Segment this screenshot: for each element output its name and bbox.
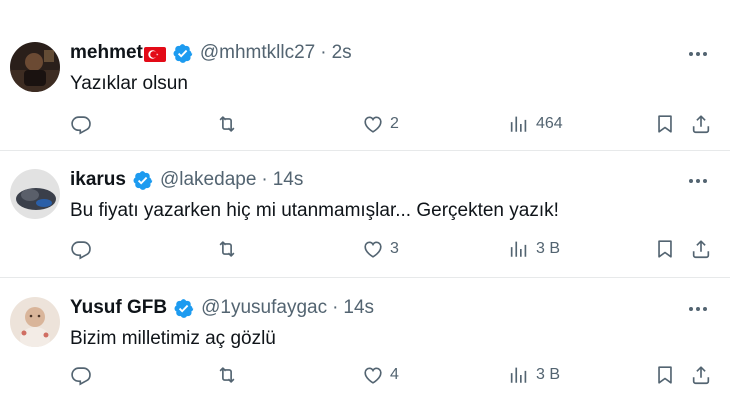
views-button[interactable]: 3 B — [508, 364, 560, 386]
retweet-icon — [219, 116, 235, 132]
views-icon — [510, 367, 527, 383]
timestamp[interactable]: 14s — [273, 169, 304, 191]
user-handle[interactable]: @lakedape — [160, 169, 256, 191]
reply-button[interactable] — [70, 113, 92, 135]
tweet-text: Yazıklar olsun — [70, 73, 188, 94]
timestamp[interactable]: 14s — [343, 297, 374, 319]
avatar[interactable] — [10, 42, 60, 92]
bookmark-button[interactable] — [654, 113, 676, 135]
separator-dot: · — [320, 42, 327, 63]
like-button[interactable]: 4 — [362, 364, 399, 386]
tweet-actions: 2 464 — [70, 111, 718, 137]
tweet[interactable]: mehmet @mhmtkllc27 · 2s Yazıklar olsun 2… — [0, 0, 730, 151]
like-icon — [364, 116, 382, 133]
retweet-button[interactable] — [216, 113, 238, 135]
tweet-actions: 4 3 B — [70, 362, 718, 388]
reply-icon — [71, 116, 91, 135]
share-icon — [692, 366, 710, 385]
tweet-actions: 3 3 B — [70, 236, 718, 262]
display-name[interactable]: Yusuf GFB — [70, 297, 167, 319]
tweet-feed: mehmet @mhmtkllc27 · 2s Yazıklar olsun 2… — [0, 0, 730, 420]
like-count: 4 — [390, 366, 399, 383]
verified-badge-icon — [172, 43, 193, 64]
tweet-text: Bizim milletimiz aç gözlü — [70, 328, 276, 349]
more-icon[interactable] — [686, 44, 710, 64]
like-count: 3 — [390, 240, 399, 257]
retweet-button[interactable] — [216, 364, 238, 386]
verified-badge-icon — [132, 170, 153, 191]
bookmark-button[interactable] — [654, 364, 676, 386]
bookmark-icon — [658, 240, 672, 258]
more-icon[interactable] — [686, 299, 710, 319]
bookmark-button[interactable] — [654, 238, 676, 260]
reply-icon — [71, 367, 91, 386]
like-button[interactable]: 3 — [362, 238, 399, 260]
verified-badge-icon — [173, 298, 194, 319]
share-button[interactable] — [690, 364, 712, 386]
views-count: 3 B — [536, 240, 561, 257]
views-icon — [510, 241, 527, 257]
retweet-button[interactable] — [216, 238, 238, 260]
reply-icon — [71, 241, 91, 260]
retweet-icon — [219, 367, 235, 383]
avatar[interactable] — [10, 169, 60, 219]
user-handle[interactable]: @1yusufaygac — [201, 297, 327, 319]
like-icon — [364, 367, 382, 384]
views-button[interactable]: 464 — [508, 113, 563, 135]
like-icon — [364, 241, 382, 258]
like-button[interactable]: 2 — [362, 113, 399, 135]
views-button[interactable]: 3 B — [508, 238, 560, 260]
more-icon[interactable] — [686, 171, 710, 191]
separator-dot: · — [261, 169, 268, 190]
bookmark-icon — [658, 366, 672, 384]
reply-button[interactable] — [70, 238, 92, 260]
views-icon — [510, 116, 527, 132]
timestamp[interactable]: 2s — [332, 42, 352, 64]
display-name[interactable]: ikarus — [70, 169, 126, 191]
turkey-flag-icon — [143, 46, 166, 62]
share-button[interactable] — [690, 238, 712, 260]
avatar[interactable] — [10, 297, 60, 347]
tweet-text: Bu fiyatı yazarken hiç mi utanmamışlar..… — [70, 200, 559, 221]
separator-dot: · — [332, 297, 339, 318]
like-count: 2 — [390, 115, 399, 132]
tweet[interactable]: ikarus @lakedape · 14s Bu fiyatı yazarke… — [0, 151, 730, 278]
display-name[interactable]: mehmet — [70, 42, 143, 64]
views-count: 3 B — [536, 366, 561, 383]
share-button[interactable] — [690, 113, 712, 135]
bookmark-icon — [658, 115, 672, 133]
views-count: 464 — [536, 115, 563, 132]
share-icon — [692, 240, 710, 259]
share-icon — [692, 115, 710, 134]
tweet[interactable]: Yusuf GFB @1yusufaygac · 14s Bizim mille… — [0, 278, 730, 420]
user-handle[interactable]: @mhmtkllc27 — [200, 42, 315, 64]
retweet-icon — [219, 241, 235, 257]
reply-button[interactable] — [70, 364, 92, 386]
